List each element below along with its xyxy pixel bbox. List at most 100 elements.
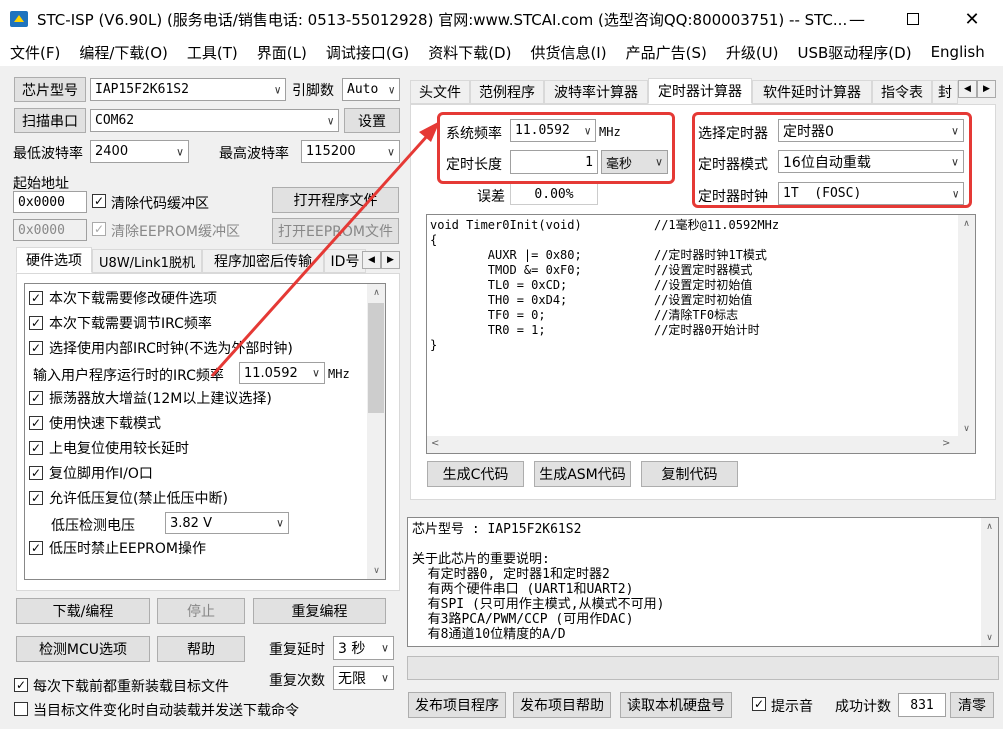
option-checkbox[interactable]: ✓ [29,391,43,405]
min-baud-select[interactable]: 2400 ∨ [90,140,189,163]
timer-unit-select[interactable]: 毫秒 ∨ [601,150,668,174]
tab-more[interactable]: 封 [932,80,958,104]
chevron-down-icon: ∨ [950,124,959,137]
read-disk-number-button[interactable]: 读取本机硬盘号 [620,692,732,718]
clear-eeprom-buffer-checkbox[interactable]: ✓ [92,222,106,236]
low-voltage-select[interactable]: 3.82 V ∨ [165,512,289,534]
tab-delay-calculator[interactable]: 软件延时计算器 [752,80,872,104]
scroll-up-icon[interactable]: ∧ [981,518,998,535]
reload-each-checkbox[interactable]: ✓ [14,678,28,692]
tab-examples[interactable]: 范例程序 [470,80,544,104]
scroll-right-icon[interactable]: > [942,438,950,449]
menu-item[interactable]: 产品广告(S) [626,42,707,63]
option-checkbox[interactable]: ✓ [29,466,43,480]
scroll-up-icon[interactable]: ∧ [368,284,385,301]
scroll-down-icon[interactable]: ∨ [368,562,385,579]
tab-scroll-left[interactable]: ◀ [958,80,977,98]
clear-count-button[interactable]: 清零 [950,692,994,718]
eeprom-start-address-input[interactable]: 0x0000 [13,219,87,241]
close-button[interactable]: ✕ [952,8,992,30]
option-checkbox[interactable]: ✓ [29,341,43,355]
clear-code-buffer-checkbox[interactable]: ✓ [92,194,106,208]
repeat-program-button[interactable]: 重复编程 [253,598,386,624]
code-line: TR0 = 1; //定时器0开始计时 [430,323,760,337]
chip-model-select[interactable]: IAP15F2K61S2 ∨ [90,78,286,101]
menu-item[interactable]: English [931,43,985,61]
minimize-button[interactable]: — [837,8,877,30]
generate-c-code-button[interactable]: 生成C代码 [427,461,524,487]
scan-port-button[interactable]: 扫描串口 [14,108,86,133]
repeat-count-select[interactable]: 无限 ∨ [333,666,394,690]
tab-instruction-table[interactable]: 指令表 [872,80,932,104]
chevron-down-icon: ∨ [950,155,959,168]
auto-send-checkbox[interactable] [14,702,28,716]
option-checkbox[interactable]: ✓ [29,491,43,505]
download-program-button[interactable]: 下载/编程 [16,598,150,624]
option-checkbox[interactable]: ✓ [29,291,43,305]
menu-item[interactable]: 编程/下载(O) [79,42,168,63]
max-baud-select[interactable]: 115200 ∨ [301,140,400,163]
port-settings-button[interactable]: 设置 [344,108,400,133]
menu-item[interactable]: USB驱动程序(D) [798,42,912,63]
stop-button[interactable]: 停止 [157,598,245,624]
tab-timer-calculator[interactable]: 定时器计算器 [648,78,752,104]
menu-item[interactable]: 文件(F) [10,42,60,63]
scrollbar-thumb[interactable] [368,303,384,413]
vertical-scrollbar[interactable]: ∧ ∨ [981,518,998,646]
option-label: 上电复位使用较长延时 [49,441,189,457]
scroll-up-icon[interactable]: ∧ [958,215,975,232]
timer-clock-select[interactable]: 1T (FOSC) ∨ [778,182,964,205]
beep-checkbox[interactable]: ✓ [752,697,766,711]
scroll-left-icon[interactable]: < [431,438,439,449]
scroll-down-icon[interactable]: ∨ [958,420,975,437]
chip-model-button[interactable]: 芯片型号 [14,77,86,102]
repeat-delay-select[interactable]: 3 秒 ∨ [333,636,394,660]
timer-length-input[interactable]: 1 [510,150,598,174]
option-checkbox[interactable]: ✓ [29,416,43,430]
maximize-button[interactable] [893,8,933,30]
select-timer-select[interactable]: 定时器0 ∨ [778,119,964,142]
info-line: 有两个硬件串口 (UART1和UART2) [412,582,634,597]
option-checkbox[interactable]: ✓ [29,441,43,455]
menu-item[interactable]: 供货信息(I) [530,42,606,63]
detect-mcu-options-button[interactable]: 检测MCU选项 [16,636,150,662]
open-eeprom-file-button[interactable]: 打开EEPROM文件 [272,218,399,244]
system-frequency-select[interactable]: 11.0592 ∨ [510,119,596,142]
publish-project-help-button[interactable]: 发布项目帮助 [513,692,611,718]
tab-scroll-right[interactable]: ▶ [977,80,996,98]
menu-item[interactable]: 升级(U) [726,42,779,63]
timer-mode-select[interactable]: 16位自动重载 ∨ [778,150,964,173]
chevron-down-icon: ∨ [388,83,395,96]
menu-item[interactable]: 工具(T) [187,42,238,63]
option-checkbox[interactable]: ✓ [29,316,43,330]
pin-count-select[interactable]: Auto ∨ [342,78,400,101]
code-start-address-input[interactable]: 0x0000 [13,191,87,213]
menu-item[interactable]: 资料下载(D) [428,42,511,63]
horizontal-scrollbar[interactable]: < > [427,436,975,453]
tab-hardware-options[interactable]: 硬件选项 [16,247,92,273]
tab-scroll-right[interactable]: ▶ [381,251,400,269]
vertical-scrollbar[interactable]: ∧ ∨ [367,284,385,579]
repeat-delay-label: 重复延时 [269,642,325,658]
menu-item[interactable]: 调试接口(G) [326,42,409,63]
generated-code-area[interactable]: void Timer0Init(void) //1毫秒@11.0592MHz{ … [426,214,976,454]
copy-code-button[interactable]: 复制代码 [641,461,738,487]
tab-scroll-left[interactable]: ◀ [362,251,381,269]
help-button[interactable]: 帮助 [157,636,245,662]
tab-baud-calculator[interactable]: 波特率计算器 [544,80,648,104]
tab-u8w-link1[interactable]: U8W/Link1脱机 [92,249,202,273]
tab-id-number[interactable]: ID号 [324,249,366,273]
auto-send-label: 当目标文件变化时自动装载并发送下载命令 [33,703,299,719]
tab-header-file[interactable]: 头文件 [410,80,470,104]
timer-clock-label: 定时器时钟 [698,189,768,205]
vertical-scrollbar[interactable]: ∧ ∨ [958,215,975,437]
generate-asm-code-button[interactable]: 生成ASM代码 [534,461,631,487]
port-select[interactable]: COM62 ∨ [90,109,339,132]
publish-project-program-button[interactable]: 发布项目程序 [408,692,506,718]
option-checkbox[interactable]: ✓ [29,541,43,555]
open-program-file-button[interactable]: 打开程序文件 [272,187,399,213]
irc-frequency-select[interactable]: 11.0592 ∨ [239,362,325,384]
tab-encrypted-transfer[interactable]: 程序加密后传输 [202,249,324,273]
scroll-down-icon[interactable]: ∨ [981,629,998,646]
menu-item[interactable]: 界面(L) [257,42,307,63]
